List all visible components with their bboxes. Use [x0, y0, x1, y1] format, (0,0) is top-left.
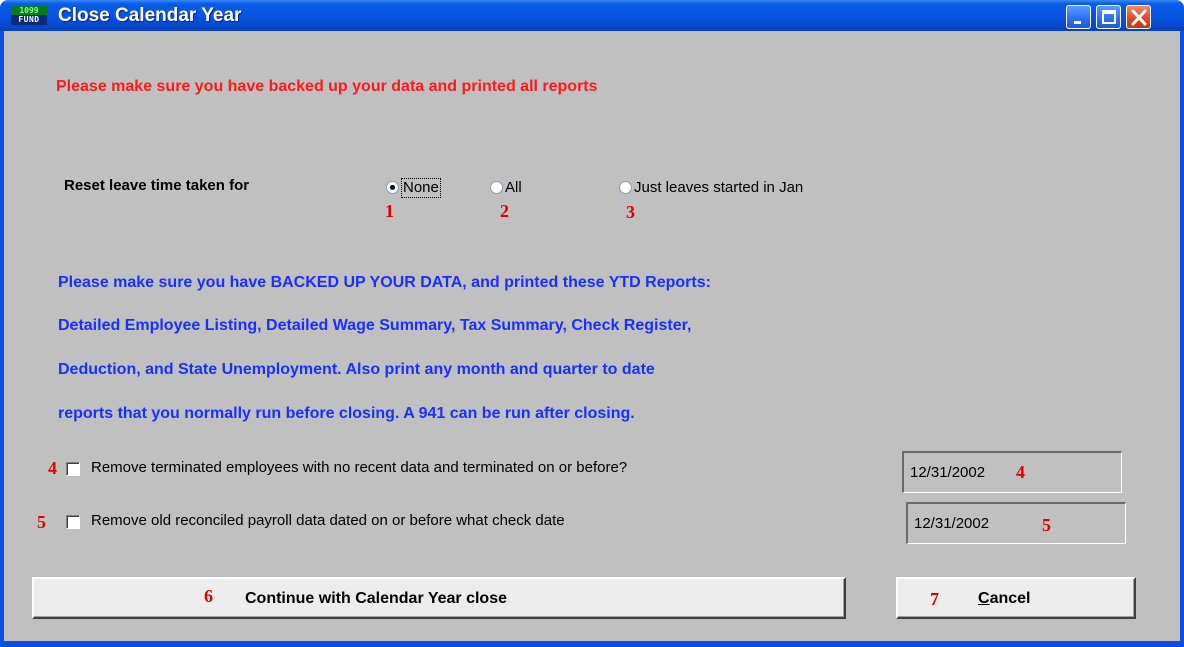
terminated-date-value: 12/31/2002: [910, 464, 986, 481]
minimize-icon: [1074, 21, 1081, 24]
radio-just-leaves-jan-label[interactable]: Just leaves started in Jan: [634, 179, 803, 196]
dialog-client-area: Please make sure you have backed up your…: [4, 31, 1180, 641]
cancel-mnemonic: C: [978, 590, 990, 607]
marker-5: 5: [37, 512, 46, 532]
cancel-button[interactable]: 7 Cancel: [896, 577, 1136, 619]
window-frame-bottom: [0, 641, 1184, 647]
remove-terminated-label[interactable]: Remove terminated employees with no rece…: [91, 459, 627, 476]
remove-old-payroll-checkbox[interactable]: [66, 515, 80, 529]
continue-button-label: Continue with Calendar Year close: [245, 590, 507, 607]
marker-2: 2: [500, 201, 509, 221]
radio-all-label[interactable]: All: [505, 179, 522, 196]
backup-warning-text: Please make sure you have backed up your…: [56, 78, 598, 95]
window-title: Close Calendar Year: [58, 5, 242, 26]
cancel-button-label: Cancel: [978, 590, 1030, 608]
radio-selected-dot: [390, 185, 395, 190]
marker-6: 6: [204, 586, 213, 606]
marker-7: 7: [930, 589, 939, 609]
close-calendar-year-window: 1099 FUND Close Calendar Year Please mak…: [0, 0, 1184, 647]
remove-terminated-checkbox[interactable]: [66, 462, 80, 476]
close-icon: [1131, 9, 1147, 26]
reset-leave-label: Reset leave time taken for: [64, 177, 250, 194]
close-button[interactable]: [1126, 5, 1151, 29]
instruction-line-4: reports that you normally run before clo…: [58, 405, 635, 422]
continue-calendar-year-close-button[interactable]: 6 Continue with Calendar Year close: [32, 577, 846, 619]
marker-5-date: 5: [1042, 515, 1051, 535]
marker-1: 1: [385, 201, 394, 221]
app-icon-top-text: 1099: [11, 6, 47, 15]
radio-none-label[interactable]: None: [401, 178, 441, 198]
instruction-line-1: Please make sure you have BACKED UP YOUR…: [58, 274, 711, 291]
check-date-field[interactable]: 12/31/2002 5: [906, 502, 1126, 544]
title-bar[interactable]: 1099 FUND Close Calendar Year: [0, 0, 1184, 31]
check-date-value: 12/31/2002: [914, 515, 990, 532]
terminated-date-field[interactable]: 12/31/2002 4: [902, 451, 1122, 493]
cancel-label-rest: ancel: [989, 590, 1031, 607]
minimize-button[interactable]: [1066, 5, 1091, 29]
instruction-line-2: Detailed Employee Listing, Detailed Wage…: [58, 317, 692, 334]
remove-old-payroll-label[interactable]: Remove old reconciled payroll data dated…: [91, 512, 565, 529]
radio-just-leaves-jan[interactable]: [619, 181, 632, 194]
radio-none[interactable]: [386, 181, 399, 194]
instruction-line-3: Deduction, and State Unemployment. Also …: [58, 361, 655, 378]
maximize-icon: [1102, 10, 1116, 24]
marker-4-date: 4: [1016, 462, 1025, 482]
marker-4: 4: [48, 458, 57, 478]
app-icon-bottom-text: FUND: [11, 15, 47, 25]
marker-3: 3: [626, 202, 635, 222]
radio-all[interactable]: [490, 181, 503, 194]
fund-app-icon: 1099 FUND: [11, 6, 47, 26]
maximize-button[interactable]: [1096, 5, 1121, 29]
